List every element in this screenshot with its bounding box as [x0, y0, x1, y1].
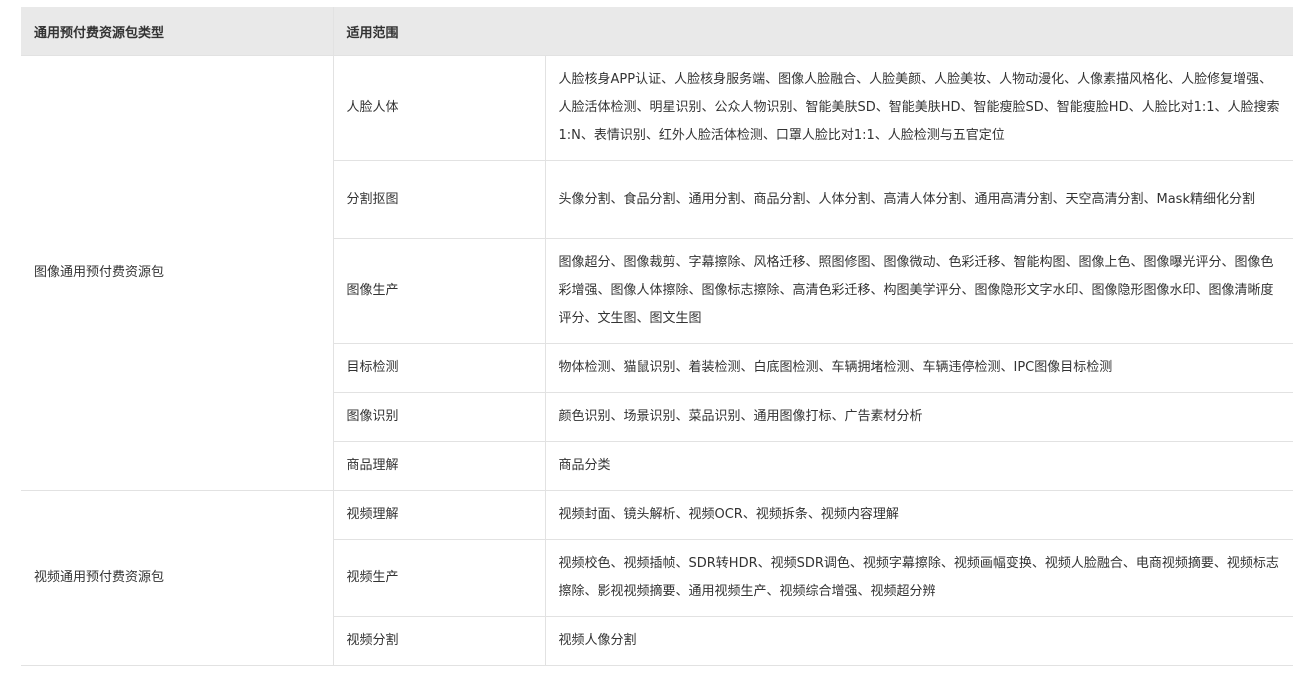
scope-cell: 图像识别	[333, 392, 546, 442]
scope-cell: 目标检测	[333, 343, 546, 393]
apps-cell: 人脸核身APP认证、人脸核身服务端、图像人脸融合、人脸美颜、人脸美妆、人物动漫化…	[545, 55, 1294, 161]
resource-package-table: 通用预付费资源包类型 适用范围 图像通用预付费资源包 人脸人体 人脸核身APP认…	[21, 7, 1294, 666]
apps-cell: 商品分类	[545, 441, 1294, 491]
package-type-video: 视频通用预付费资源包	[21, 490, 334, 666]
table-row: 图像通用预付费资源包 人脸人体 人脸核身APP认证、人脸核身服务端、图像人脸融合…	[21, 55, 1294, 491]
apps-cell: 颜色识别、场景识别、菜品识别、通用图像打标、广告素材分析	[545, 392, 1294, 442]
package-type-image: 图像通用预付费资源包	[21, 55, 334, 491]
apps-cell: 视频校色、视频插帧、SDR转HDR、视频SDR调色、视频字幕擦除、视频画幅变换、…	[545, 539, 1294, 617]
scope-cell: 分割抠图	[333, 160, 546, 239]
scope-cell: 人脸人体	[333, 55, 546, 161]
scope-cell: 视频理解	[333, 490, 546, 540]
header-package-type: 通用预付费资源包类型	[21, 7, 333, 56]
table-row: 视频通用预付费资源包 视频理解 视频封面、镜头解析、视频OCR、视频拆条、视频内…	[21, 490, 1294, 666]
table-header-row: 通用预付费资源包类型 适用范围	[21, 7, 1294, 56]
apps-cell: 物体检测、猫鼠识别、着装检测、白底图检测、车辆拥堵检测、车辆违停检测、IPC图像…	[545, 343, 1294, 393]
header-scope: 适用范围	[332, 7, 1294, 56]
scope-cell: 视频分割	[333, 616, 546, 666]
apps-cell: 头像分割、食品分割、通用分割、商品分割、人体分割、高清人体分割、通用高清分割、天…	[545, 160, 1294, 239]
scope-cell: 商品理解	[333, 441, 546, 491]
apps-cell: 视频人像分割	[545, 616, 1294, 666]
scope-cell: 图像生产	[333, 238, 546, 344]
resource-package-table-container: 通用预付费资源包类型 适用范围 图像通用预付费资源包 人脸人体 人脸核身APP认…	[21, 7, 1294, 666]
scope-cell: 视频生产	[333, 539, 546, 617]
apps-cell: 图像超分、图像裁剪、字幕擦除、风格迁移、照图修图、图像微动、色彩迁移、智能构图、…	[545, 238, 1294, 344]
apps-cell: 视频封面、镜头解析、视频OCR、视频拆条、视频内容理解	[545, 490, 1294, 540]
